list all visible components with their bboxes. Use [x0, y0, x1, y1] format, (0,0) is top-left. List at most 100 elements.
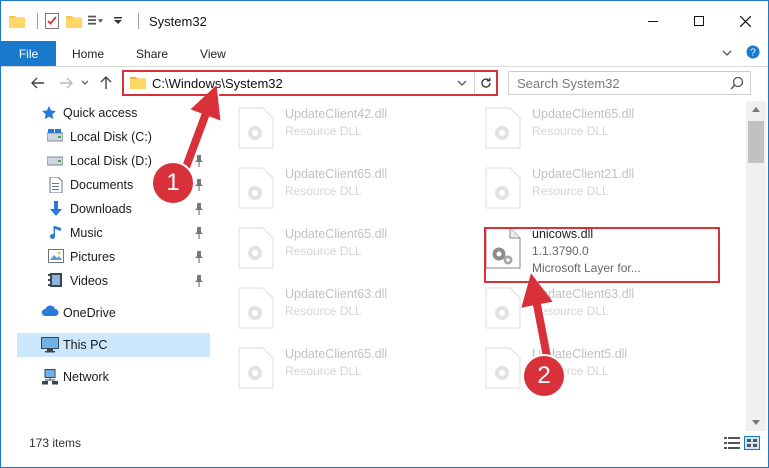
- tab-view[interactable]: View: [184, 41, 242, 66]
- nav-local-disk-c[interactable]: Local Disk (C:): [1, 125, 211, 149]
- view-buttons: [724, 436, 760, 450]
- file-name: UpdateClient21.dll: [532, 167, 635, 181]
- file-type: Resource DLL: [285, 184, 362, 198]
- address-bar[interactable]: C:\Windows\System32: [122, 70, 498, 96]
- file-type: Resource DLL: [285, 244, 362, 258]
- drive-icon: [46, 129, 64, 145]
- tab-file[interactable]: File: [1, 41, 56, 66]
- file-list: UpdateClient42.dll Resource DLL UpdateCl…: [216, 101, 746, 431]
- annotation-badge-2: 2: [524, 356, 564, 396]
- maximize-icon: [694, 16, 704, 26]
- dll-file-icon: [485, 347, 521, 389]
- nav-music[interactable]: Music: [1, 221, 211, 245]
- file-item[interactable]: UpdateClient65.dll Resource DLL: [216, 341, 461, 399]
- customize-toolbar-icon[interactable]: [88, 13, 104, 29]
- search-placeholder: Search System32: [517, 75, 620, 91]
- chevron-up-icon: [752, 107, 760, 112]
- explorer-window: System32 File Home Share View ? C:\Windo…: [0, 0, 769, 468]
- downloads-icon: [48, 201, 64, 217]
- nav-label: Local Disk (D:): [70, 154, 152, 168]
- tab-home[interactable]: Home: [56, 41, 120, 66]
- nav-quick-access[interactable]: Quick access: [1, 101, 211, 125]
- maximize-button[interactable]: [676, 1, 722, 41]
- file-item[interactable]: UpdateClient63.dll Resource DLL: [216, 281, 461, 339]
- nav-label: OneDrive: [63, 306, 116, 320]
- close-button[interactable]: [722, 1, 768, 41]
- large-icons-view-icon[interactable]: [744, 436, 760, 450]
- pin-icon[interactable]: [193, 274, 205, 288]
- file-item[interactable]: UpdateClient63.dll Resource DLL: [463, 281, 708, 339]
- dll-file-icon: [238, 107, 274, 149]
- file-item[interactable]: UpdateClient65.dll Resource DLL: [216, 161, 461, 219]
- nav-label: Local Disk (C:): [70, 130, 152, 144]
- up-arrow-icon: [100, 76, 112, 89]
- pin-icon[interactable]: [193, 226, 205, 240]
- ribbon-tabs: File Home Share View ?: [1, 41, 768, 67]
- file-item[interactable]: UpdateClient42.dll Resource DLL: [216, 101, 461, 159]
- nav-label: This PC: [63, 338, 108, 352]
- scroll-thumb[interactable]: [748, 121, 764, 163]
- details-view-icon[interactable]: [724, 436, 740, 450]
- folder-icon[interactable]: [9, 13, 25, 29]
- refresh-button[interactable]: [474, 72, 496, 94]
- pin-icon[interactable]: [193, 154, 205, 168]
- pin-icon[interactable]: [193, 202, 205, 216]
- address-dropdown-button[interactable]: [454, 75, 470, 91]
- vertical-scrollbar[interactable]: [746, 101, 766, 431]
- search-input[interactable]: Search System32: [508, 71, 751, 95]
- file-name: UpdateClient63.dll: [285, 287, 388, 301]
- address-path: C:\Windows\System32: [152, 75, 283, 91]
- nav-network[interactable]: Network: [1, 365, 211, 389]
- dll-file-icon: [485, 287, 521, 329]
- file-name: UpdateClient65.dll: [285, 167, 388, 181]
- new-folder-icon[interactable]: [66, 13, 82, 29]
- window-controls: [630, 1, 768, 41]
- scroll-up-button[interactable]: [746, 101, 766, 118]
- nav-onedrive[interactable]: OneDrive: [1, 301, 211, 325]
- nav-this-pc[interactable]: This PC: [17, 333, 210, 357]
- pictures-icon: [48, 249, 64, 265]
- recent-locations-button[interactable]: [79, 72, 91, 94]
- file-type: Resource DLL: [532, 304, 609, 318]
- minimize-button[interactable]: [630, 1, 676, 41]
- pin-icon[interactable]: [193, 178, 205, 192]
- scroll-down-button[interactable]: [746, 414, 766, 431]
- file-item[interactable]: UpdateClient65.dll Resource DLL: [216, 221, 461, 279]
- folder-icon: [130, 75, 146, 92]
- star-icon: [41, 105, 57, 121]
- dll-file-icon: [238, 167, 274, 209]
- help-icon[interactable]: ?: [746, 45, 760, 62]
- chevron-down-icon: [457, 80, 467, 86]
- file-type: Resource DLL: [532, 124, 609, 138]
- forward-button[interactable]: [55, 72, 77, 94]
- file-name: UpdateClient63.dll: [532, 287, 635, 301]
- file-type: Resource DLL: [285, 124, 362, 138]
- file-item[interactable]: UpdateClient21.dll Resource DLL: [463, 161, 708, 219]
- tab-share[interactable]: Share: [120, 41, 184, 66]
- toolbar-separator: [37, 13, 38, 29]
- forward-arrow-icon: [60, 77, 73, 89]
- nav-label: Pictures: [70, 250, 116, 264]
- expand-ribbon-icon[interactable]: [722, 47, 732, 61]
- nav-label: Downloads: [70, 202, 132, 216]
- pin-icon[interactable]: [193, 130, 205, 144]
- properties-icon[interactable]: [44, 13, 60, 29]
- nav-label: Network: [63, 370, 109, 384]
- up-button[interactable]: [95, 72, 117, 94]
- file-name: UpdateClient65.dll: [285, 227, 388, 241]
- title-bar: System32: [1, 1, 768, 41]
- pin-icon[interactable]: [193, 250, 205, 264]
- dropdown-arrow-icon[interactable]: [110, 13, 126, 29]
- drive-icon: [46, 153, 64, 169]
- highlight-box-unicows: [484, 227, 720, 283]
- back-button[interactable]: [27, 72, 49, 94]
- file-item[interactable]: UpdateClient65.dll Resource DLL: [463, 101, 708, 159]
- svg-text:?: ?: [750, 48, 756, 59]
- nav-videos[interactable]: Videos: [1, 269, 211, 293]
- file-item[interactable]: UpdateClient5.dll Resource DLL: [463, 341, 708, 399]
- nav-pictures[interactable]: Pictures: [1, 245, 211, 269]
- back-arrow-icon: [31, 77, 44, 89]
- nav-label: Quick access: [63, 106, 138, 120]
